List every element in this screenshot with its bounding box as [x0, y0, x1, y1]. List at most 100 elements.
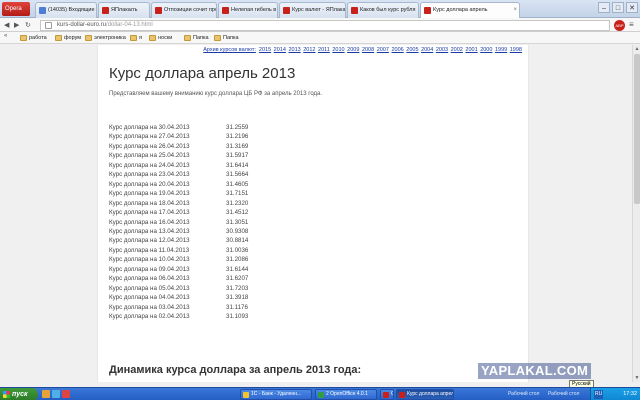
toolbar-label: Рабочий стол — [548, 391, 580, 397]
rate-value: 31.6144 — [226, 265, 249, 273]
rate-row: Курс доллара на 03.04.2013 31.1176 — [109, 303, 266, 312]
rate-row: Курс доллара на 24.04.2013 31.6414 — [109, 161, 266, 170]
url-input[interactable]: kurs-dollar-euro.ru/dollar-04-13.html — [40, 20, 610, 31]
bookmark-folder[interactable]: работа — [20, 34, 47, 42]
app-icon — [318, 392, 324, 398]
year-link[interactable]: 1999 — [495, 47, 507, 53]
year-link[interactable]: 2012 — [303, 47, 315, 53]
forward-icon[interactable]: ▶ — [14, 21, 19, 29]
rate-date: Курс доллара на 19.04.2013 — [109, 190, 190, 198]
rate-row: Курс доллара на 06.04.2013 31.6207 — [109, 274, 266, 283]
bookmark-folder[interactable]: форум — [55, 34, 81, 42]
taskbar-button[interactable]: 1С - Банк - Удаленн... — [240, 389, 312, 400]
clock[interactable]: 17:32 — [623, 391, 637, 397]
year-link[interactable]: 2004 — [421, 47, 433, 53]
rate-value: 31.3051 — [226, 218, 249, 226]
archive-label[interactable]: Архив курсов валют: — [203, 47, 256, 53]
browser-tab[interactable]: (14035) Входящие - gm — [35, 2, 97, 18]
year-link[interactable]: 2006 — [392, 47, 404, 53]
year-link[interactable]: 2007 — [377, 47, 389, 53]
rate-row: Курс доллара на 27.04.2013 31.2196 — [109, 132, 266, 141]
opera-menu-button[interactable]: Opera — [2, 2, 30, 16]
browser-tab[interactable]: Отпозиции сочит прото — [151, 2, 217, 18]
close-button[interactable]: ✕ — [626, 2, 638, 13]
bookmarks-arrow-icon[interactable]: « — [4, 33, 7, 39]
rate-date: Курс доллара на 10.04.2013 — [109, 256, 190, 264]
taskbar-button[interactable]: Opera — [380, 389, 394, 400]
browser-tab[interactable]: ЯПлакалъ — [98, 2, 150, 18]
scroll-down-icon[interactable]: ▼ — [633, 374, 640, 382]
rate-date: Курс доллара на 25.04.2013 — [109, 152, 190, 160]
rate-date: Курс доллара на 16.04.2013 — [109, 218, 190, 226]
bookmark-label: Папка — [223, 35, 239, 41]
rate-date: Курс доллара на 06.04.2013 — [109, 275, 190, 283]
app-icon — [383, 392, 389, 398]
year-link[interactable]: 2001 — [465, 47, 477, 53]
quicklaunch-icon[interactable] — [52, 390, 60, 398]
browser-tab[interactable]: Курс валют - ЯПлакалъ — [279, 2, 346, 18]
browser-tab[interactable]: Каков был курс рубля — [347, 2, 419, 18]
taskbar-button[interactable]: Курс доллара апрел... — [396, 389, 454, 400]
quicklaunch-icon[interactable] — [42, 390, 50, 398]
page-title: Курс доллара апрель 2013 — [109, 65, 296, 82]
tab-label: Курс доллара апрель — [433, 7, 488, 13]
tab-label: Каков был курс рубля — [360, 7, 416, 13]
taskbar-button-label: 2 OpenOffice 4.0.1 — [326, 391, 368, 397]
year-link[interactable]: 2003 — [436, 47, 448, 53]
bookmark-folder[interactable]: носки — [149, 34, 172, 42]
rate-date: Курс доллара на 05.04.2013 — [109, 284, 190, 292]
tab-label: Нелепая гибель в Бра — [231, 7, 277, 13]
adblock-icon[interactable]: ABP — [614, 20, 625, 31]
menu-icon[interactable]: ≡ — [629, 20, 634, 29]
scrollbar-thumb[interactable] — [634, 54, 640, 204]
page-info-icon[interactable] — [45, 22, 52, 29]
year-link[interactable]: 1998 — [510, 47, 522, 53]
year-link[interactable]: 2008 — [362, 47, 374, 53]
rate-row: Курс доллара на 05.04.2013 31.7203 — [109, 284, 266, 293]
rate-date: Курс доллара на 18.04.2013 — [109, 199, 190, 207]
rate-date: Курс доллара на 09.04.2013 — [109, 265, 190, 273]
rate-date: Курс доллара на 04.04.2013 — [109, 294, 190, 302]
dynamics-heading: Динамика курса доллара за апрель 2013 го… — [109, 364, 362, 376]
page-content: Архив курсов валют: 2015 2014 2013 2012 2… — [97, 45, 529, 382]
year-link[interactable]: 2000 — [480, 47, 492, 53]
minimize-button[interactable]: – — [598, 2, 610, 13]
quicklaunch-icon[interactable] — [62, 390, 70, 398]
maximize-button[interactable]: □ — [612, 2, 624, 13]
favicon-icon — [424, 7, 431, 14]
bookmark-folder[interactable]: электроника — [85, 34, 126, 42]
rate-row: Курс доллара на 26.04.2013 31.3169 — [109, 142, 266, 151]
start-button[interactable]: пуск — [0, 388, 38, 400]
rate-value: 31.3169 — [226, 142, 249, 150]
reload-icon[interactable]: ↻ — [25, 21, 31, 29]
year-link[interactable]: 2014 — [274, 47, 286, 53]
bookmark-folder[interactable]: Папка — [214, 34, 239, 42]
rate-value: 31.5917 — [226, 152, 249, 160]
back-icon[interactable]: ◀ — [4, 21, 9, 29]
browser-tab[interactable]: Курс доллара апрель × — [420, 2, 520, 18]
rate-date: Курс доллара на 17.04.2013 — [109, 209, 190, 217]
tab-close-icon[interactable]: × — [513, 3, 517, 17]
bookmark-folder[interactable]: Папка — [184, 34, 209, 42]
vertical-scrollbar[interactable]: ▲ ▼ — [632, 45, 640, 382]
year-link[interactable]: 2013 — [288, 47, 300, 53]
tab-label: Отпозиции сочит прото — [164, 7, 216, 13]
bookmark-folder[interactable]: я — [130, 34, 142, 42]
taskbar-button[interactable]: 2 OpenOffice 4.0.1 — [315, 389, 377, 400]
year-link[interactable]: 2011 — [318, 47, 330, 53]
rate-row: Курс доллара на 13.04.2013 30.9308 — [109, 227, 266, 236]
bookmark-label: электроника — [94, 35, 126, 41]
tab-strip: Opera (14035) Входящие - gm ЯПлакалъ Отпоз… — [0, 0, 640, 18]
folder-icon — [214, 35, 221, 41]
year-link[interactable]: 2009 — [347, 47, 359, 53]
rate-value: 31.4605 — [226, 180, 249, 188]
year-link[interactable]: 2015 — [259, 47, 271, 53]
year-link[interactable]: 2005 — [406, 47, 418, 53]
watermark: YAPLAKAL.COM — [478, 363, 592, 379]
browser-tab[interactable]: Нелепая гибель в Бра — [218, 2, 278, 18]
year-link[interactable]: 2010 — [332, 47, 344, 53]
year-link[interactable]: 2002 — [451, 47, 463, 53]
language-indicator[interactable]: RU — [594, 390, 604, 399]
folder-icon — [55, 35, 62, 41]
scroll-up-icon[interactable]: ▲ — [633, 45, 640, 53]
